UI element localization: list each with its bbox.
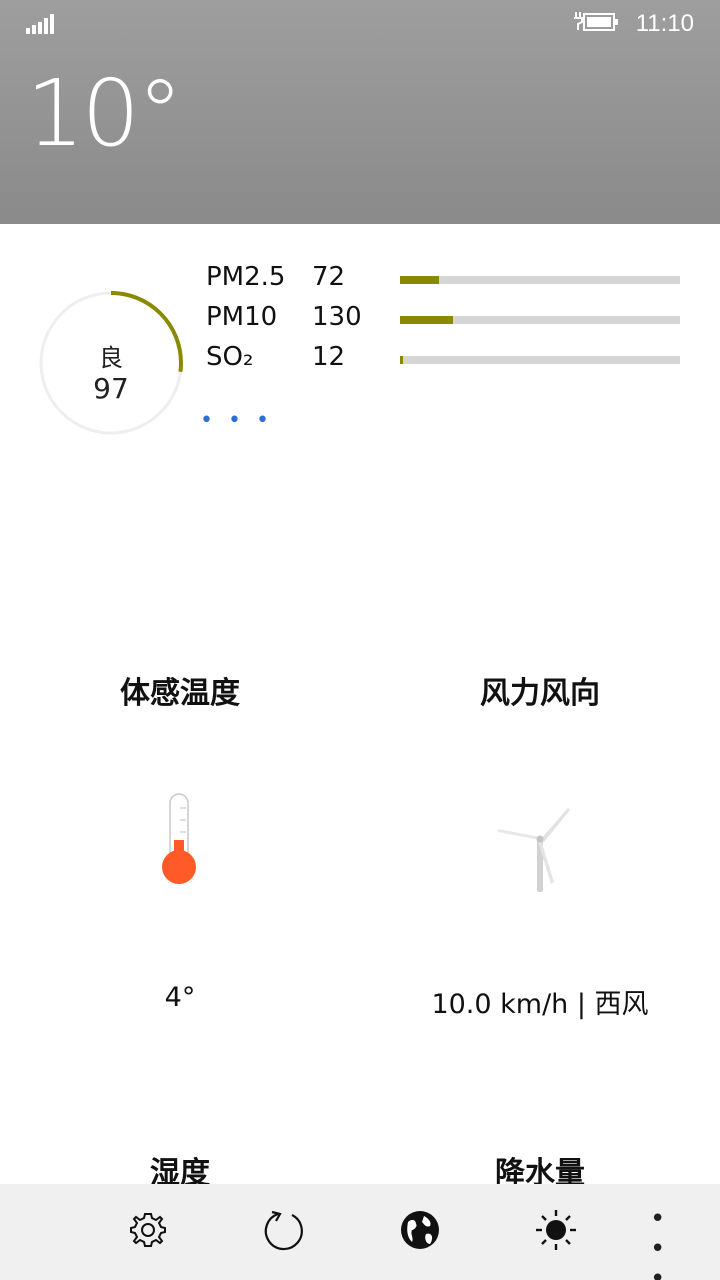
pollutant-bar-fill: [400, 276, 440, 284]
aqi-level-label: 良: [99, 344, 123, 372]
aqi-value: 97: [93, 372, 129, 405]
pollutant-name: PM2.5: [206, 262, 286, 292]
status-bar: 11:10: [0, 0, 720, 48]
more-options-button[interactable]: • • •: [650, 1204, 694, 1280]
thermometer-icon: [156, 790, 204, 894]
pollutant-name: PM10: [206, 302, 278, 332]
pollutant-value: 12: [312, 342, 346, 372]
header: 11:10 10°: [0, 0, 720, 224]
app-bar: • • •: [0, 1184, 720, 1280]
pollutant-name: SO₂: [206, 342, 254, 372]
pollutant-bar: [400, 276, 680, 284]
pollutant-bar: [400, 316, 680, 324]
pollutant-value: 72: [312, 262, 346, 292]
pollutant-row-pm25: PM2.5 72: [206, 262, 686, 298]
pollutant-bar-fill: [400, 316, 454, 324]
pollutant-bar: [400, 356, 680, 364]
pollutant-value: 130: [312, 302, 362, 332]
feels-like-title: 体感温度: [120, 676, 240, 711]
settings-icon[interactable]: [126, 1208, 170, 1252]
pollutant-row-pm10: PM10 130: [206, 302, 686, 338]
wind-turbine-icon: [494, 800, 574, 900]
wind-title: 风力风向: [480, 676, 600, 711]
more-pollutants-button[interactable]: • • •: [200, 408, 273, 433]
feels-like-value: 4°: [164, 982, 196, 1013]
brightness-icon[interactable]: [534, 1208, 578, 1252]
current-temperature: 10°: [26, 60, 183, 167]
wind-value: 10.0 km/h | 西风: [431, 989, 649, 1020]
clock: 11:10: [635, 10, 694, 37]
globe-icon[interactable]: [398, 1208, 442, 1252]
refresh-icon[interactable]: [262, 1208, 306, 1252]
pollutant-row-so2: SO₂ 12: [206, 342, 686, 378]
battery-charging-icon: [572, 10, 620, 34]
pollutant-bar-fill: [400, 356, 403, 364]
signal-strength-icon: [26, 14, 56, 34]
weather-screen: 11:10 10° 良 97 PM2.5 72 PM10 130 SO₂ 12 …: [0, 0, 720, 1280]
